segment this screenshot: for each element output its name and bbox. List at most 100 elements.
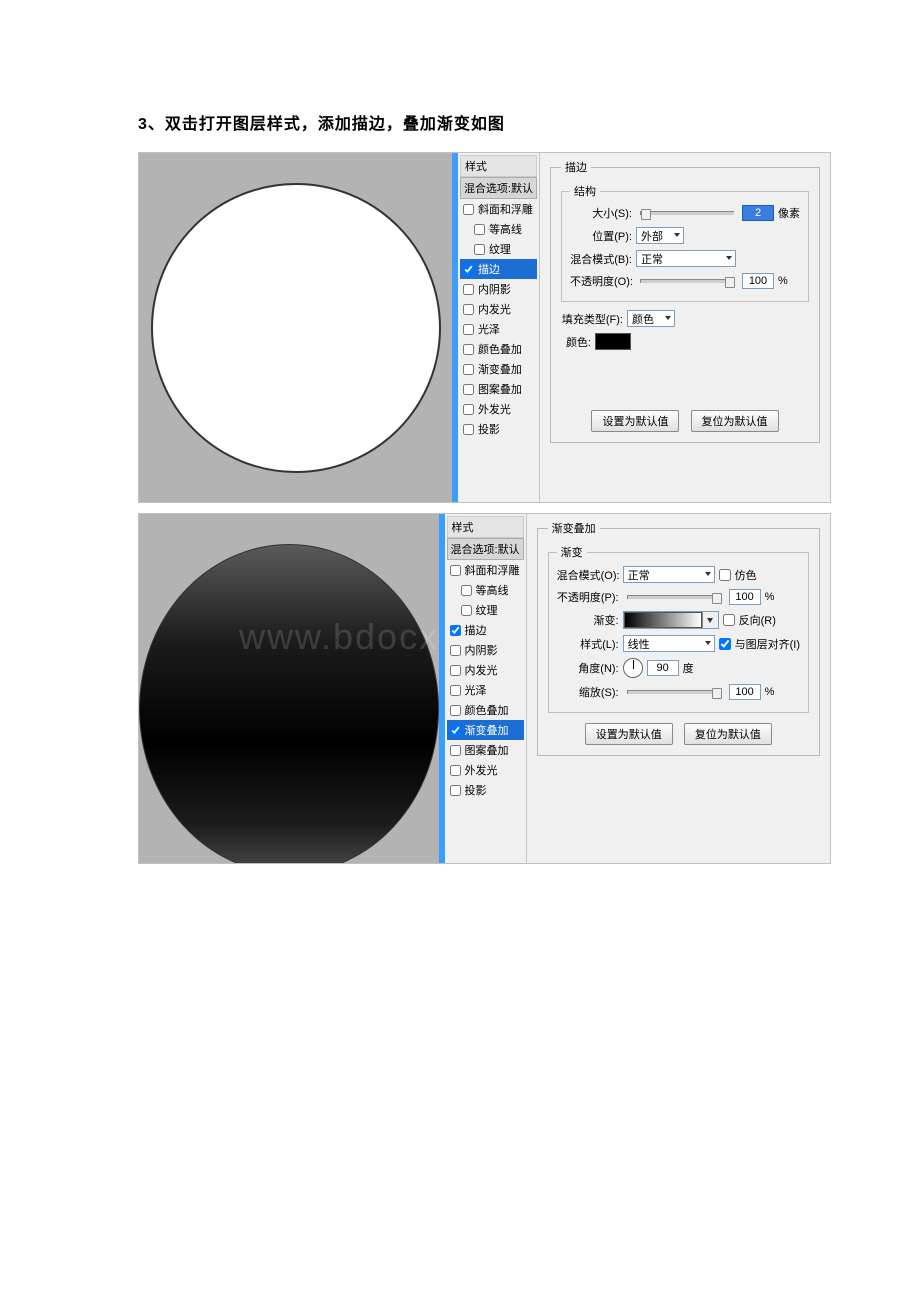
preview-circle-white [151,183,441,473]
g-angle-input[interactable] [647,660,679,676]
reverse-checkbox[interactable] [723,614,735,626]
blend-row: 混合模式(B): 正常 [570,250,800,267]
contour-checkbox[interactable] [474,224,485,235]
texture-checkbox[interactable] [474,244,485,255]
reset-default-button[interactable]: 复位为默认值 [684,723,772,745]
inner-shadow-row[interactable]: 内阴影 [447,640,524,660]
styles-list-panel: 样式 混合选项:默认 斜面和浮雕 等高线 纹理 描边 内阴影 内发光 光泽 颜色… [445,514,527,863]
drop-shadow-label: 投影 [465,782,487,798]
opacity-label: 不透明度(O): [570,273,632,289]
inner-glow-row[interactable]: 内发光 [460,299,537,319]
g-blend-select[interactable]: 正常 [623,566,715,583]
gradient-dropdown-icon[interactable] [702,612,718,628]
fill-color-swatch[interactable] [595,333,631,350]
gradient-settings-panel: 渐变叠加 渐变 混合模式(O): 正常 仿色 不透明度(P): % 渐变: [527,514,830,863]
opacity-slider[interactable] [640,279,734,283]
contour-row[interactable]: 等高线 [447,580,524,600]
dither-checkbox[interactable] [719,569,731,581]
drop-shadow-row[interactable]: 投影 [447,780,524,800]
set-default-button[interactable]: 设置为默认值 [591,410,679,432]
g-opacity-row: 不透明度(P): % [557,589,800,605]
g-scale-input[interactable] [729,684,761,700]
reset-default-button[interactable]: 复位为默认值 [691,410,779,432]
color-overlay-row[interactable]: 颜色叠加 [447,700,524,720]
satin-row[interactable]: 光泽 [460,319,537,339]
pattern-overlay-checkbox[interactable] [450,745,461,756]
gradient-overlay-checkbox[interactable] [450,725,461,736]
size-input[interactable] [742,205,774,221]
stroke-checkbox[interactable] [463,264,474,275]
drop-shadow-row[interactable]: 投影 [460,419,537,439]
bevel-emboss-row[interactable]: 斜面和浮雕 [447,560,524,580]
gradient-picker[interactable] [623,611,719,629]
blending-options-row[interactable]: 混合选项:默认 [460,177,537,199]
bevel-checkbox[interactable] [450,565,461,576]
layer-style-dialog-stroke: 样式 混合选项:默认 斜面和浮雕 等高线 纹理 描边 内阴影 内发光 光泽 颜色… [138,152,831,503]
texture-checkbox[interactable] [461,605,472,616]
set-default-button[interactable]: 设置为默认值 [585,723,673,745]
blend-value: 正常 [641,251,663,267]
g-gradient-label: 渐变: [557,612,619,628]
bevel-label: 斜面和浮雕 [478,201,533,217]
color-overlay-checkbox[interactable] [450,705,461,716]
g-opacity-input[interactable] [729,589,761,605]
size-slider[interactable] [640,211,734,215]
canvas-preview: www.bdocx.com [139,514,439,863]
blend-label: 混合模式(B): [570,251,632,267]
stroke-row[interactable]: 描边 [447,620,524,640]
contour-label: 等高线 [476,582,509,598]
inner-glow-label: 内发光 [465,662,498,678]
contour-row[interactable]: 等高线 [460,219,537,239]
satin-checkbox[interactable] [463,324,474,335]
inner-shadow-label: 内阴影 [465,642,498,658]
outer-glow-row[interactable]: 外发光 [460,399,537,419]
inner-glow-row[interactable]: 内发光 [447,660,524,680]
g-style-select[interactable]: 线性 [623,635,715,652]
dither-label: 仿色 [735,567,757,583]
fill-type-select[interactable]: 颜色 [627,310,675,327]
outer-glow-row[interactable]: 外发光 [447,760,524,780]
outer-glow-checkbox[interactable] [450,765,461,776]
gradient-overlay-checkbox[interactable] [463,364,474,375]
texture-row[interactable]: 纹理 [447,600,524,620]
gradient-overlay-row[interactable]: 渐变叠加 [460,359,537,379]
color-overlay-checkbox[interactable] [463,344,474,355]
drop-shadow-checkbox[interactable] [450,785,461,796]
bevel-checkbox[interactable] [463,204,474,215]
satin-row[interactable]: 光泽 [447,680,524,700]
g-opacity-slider[interactable] [627,595,721,599]
stroke-row[interactable]: 描边 [460,259,537,279]
g-blend-value: 正常 [628,567,650,583]
g-opacity-label: 不透明度(P): [557,589,619,605]
bevel-emboss-row[interactable]: 斜面和浮雕 [460,199,537,219]
opacity-input[interactable] [742,273,774,289]
blend-select[interactable]: 正常 [636,250,736,267]
pattern-overlay-checkbox[interactable] [463,384,474,395]
inner-shadow-checkbox[interactable] [463,284,474,295]
align-checkbox[interactable] [719,638,731,650]
g-scale-slider[interactable] [627,690,721,694]
pattern-overlay-label: 图案叠加 [478,381,522,397]
opacity-unit: % [778,275,788,287]
pattern-overlay-row[interactable]: 图案叠加 [460,379,537,399]
inner-shadow-row[interactable]: 内阴影 [460,279,537,299]
gradient-overlay-label: 渐变叠加 [465,722,509,738]
satin-checkbox[interactable] [450,685,461,696]
inner-shadow-checkbox[interactable] [450,645,461,656]
position-select[interactable]: 外部 [636,227,684,244]
blending-options-row[interactable]: 混合选项:默认 [447,538,524,560]
styles-header: 样式 [460,155,537,177]
drop-shadow-checkbox[interactable] [463,424,474,435]
angle-dial[interactable] [623,658,643,678]
inner-shadow-label: 内阴影 [478,281,511,297]
gradient-overlay-row[interactable]: 渐变叠加 [447,720,524,740]
texture-row[interactable]: 纹理 [460,239,537,259]
color-overlay-row[interactable]: 颜色叠加 [460,339,537,359]
inner-glow-checkbox[interactable] [450,665,461,676]
contour-checkbox[interactable] [461,585,472,596]
inner-glow-checkbox[interactable] [463,304,474,315]
pattern-overlay-row[interactable]: 图案叠加 [447,740,524,760]
gradient-fieldset: 渐变叠加 渐变 混合模式(O): 正常 仿色 不透明度(P): % 渐变: [537,520,820,756]
stroke-checkbox[interactable] [450,625,461,636]
outer-glow-checkbox[interactable] [463,404,474,415]
